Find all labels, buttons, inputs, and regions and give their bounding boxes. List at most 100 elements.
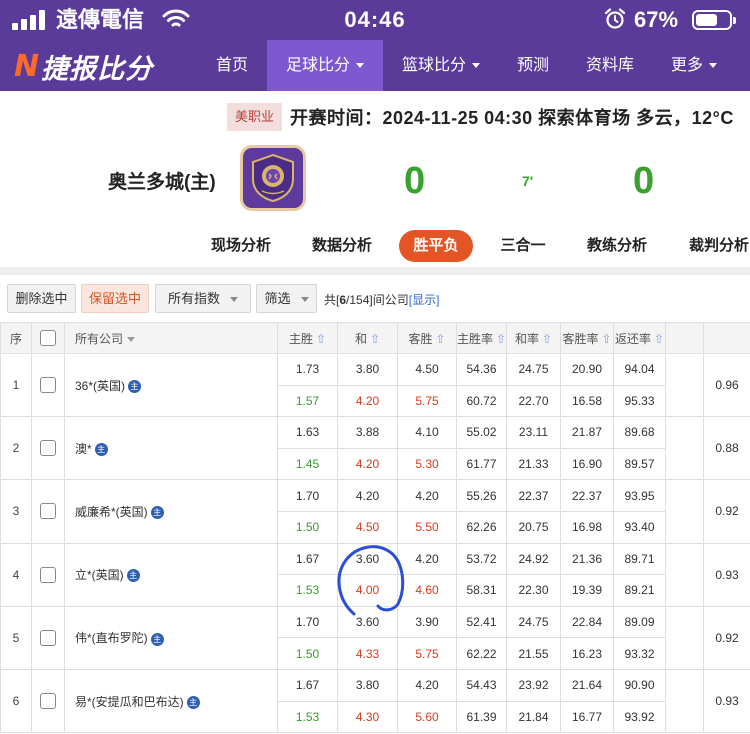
live-away-odds: 4.60 (397, 574, 457, 607)
live-draw-odds: 4.00 (337, 574, 398, 607)
row-checkbox[interactable] (40, 566, 56, 583)
kelly-value: 0.92 (703, 605, 750, 670)
row-spacer (665, 479, 704, 544)
nav-item-more[interactable]: 更多 (654, 40, 734, 91)
row-checkbox[interactable] (40, 440, 56, 457)
company-name: 威廉希*(英国) (75, 504, 148, 519)
live-away-rate: 16.90 (560, 447, 614, 481)
main-odds-badge-icon: 主 (186, 695, 200, 709)
live-draw-odds: 4.33 (337, 637, 398, 670)
kelly-value: 0.93 (703, 668, 750, 734)
header-draw[interactable]: 和 ⇧ (337, 322, 398, 354)
row-checkbox[interactable] (40, 377, 56, 394)
row-select-cell[interactable] (31, 479, 65, 544)
header-select-all[interactable] (31, 322, 65, 354)
header-draw-rate[interactable]: 和率 ⇧ (506, 322, 561, 354)
live-home-odds: 1.45 (277, 447, 338, 481)
live-away-rate: 16.98 (560, 510, 614, 544)
live-home-odds: 1.53 (277, 574, 338, 607)
open-home-rate: 55.26 (456, 479, 507, 512)
match-meta: 美职业 开赛时间：2024-11-25 04:30 探索体育场 多云，12°C (227, 103, 734, 131)
live-return-rate: 93.92 (613, 700, 666, 734)
company-cell[interactable]: 立*(英国) 主 (64, 542, 278, 607)
home-score: 0 (404, 160, 426, 202)
sort-arrow-icon: ⇧ (315, 331, 327, 346)
live-draw-odds: 4.50 (337, 510, 398, 544)
header-label: 客胜 (408, 331, 433, 346)
chevron-down-icon (127, 336, 136, 342)
league-tag[interactable]: 美职业 (227, 103, 283, 131)
live-draw-rate: 21.33 (506, 447, 561, 481)
nav-item-basketball-scores[interactable]: 篮球比分 (386, 40, 496, 91)
row-select-cell[interactable] (31, 542, 65, 607)
analysis-tabs: 现场分析 数据分析 胜平负 三合一 教练分析 裁判分析 (0, 227, 750, 267)
select-all-checkbox[interactable] (40, 330, 56, 346)
live-away-odds: 5.60 (397, 700, 457, 734)
company-cell[interactable]: 易*(安提瓜和巴布达) 主 (64, 668, 278, 734)
company-cell[interactable]: 威廉希*(英国) 主 (64, 479, 278, 544)
row-select-cell[interactable] (31, 605, 65, 670)
tab-1x2-odds[interactable]: 胜平负 (399, 230, 473, 262)
open-draw-odds: 4.20 (337, 479, 398, 512)
nav-item-predictions[interactable]: 预测 (500, 40, 566, 91)
nav-item-football-scores[interactable]: 足球比分 (267, 40, 383, 91)
open-away-odds: 4.20 (397, 479, 457, 512)
live-draw-rate: 21.84 (506, 700, 561, 734)
logo-mark: N (14, 48, 40, 84)
nav-item-database[interactable]: 资料库 (570, 40, 650, 91)
nav-item-label: 篮球比分 (401, 57, 466, 74)
company-cell[interactable]: 36*(英国) 主 (64, 352, 278, 418)
row-select-cell[interactable] (31, 416, 65, 481)
section-divider (0, 267, 750, 275)
chevron-down-icon (356, 63, 364, 69)
live-home-rate: 61.39 (456, 700, 507, 734)
live-away-odds: 5.75 (397, 384, 457, 418)
open-return-rate: 94.04 (613, 353, 666, 386)
nav-item-home[interactable]: 首页 (198, 40, 266, 91)
header-away-rate[interactable]: 客胜率 ⇧ (560, 322, 614, 354)
show-link[interactable]: [显示] (409, 293, 440, 307)
live-away-rate: 19.39 (560, 574, 614, 607)
company-cell[interactable]: 澳* 主 (64, 416, 278, 481)
live-return-rate: 89.21 (613, 574, 666, 607)
company-cell[interactable]: 伟*(直布罗陀) 主 (64, 605, 278, 670)
header-index: 序 (0, 322, 32, 354)
home-team-name[interactable]: 奥兰多城(主) (108, 167, 216, 194)
keep-selected-button[interactable]: 保留选中 (81, 284, 149, 313)
filter-select[interactable]: 筛选 (256, 284, 317, 313)
header-home-win[interactable]: 主胜 ⇧ (277, 322, 338, 354)
header-away-win[interactable]: 客胜 ⇧ (397, 322, 457, 354)
delete-selected-button[interactable]: 删除选中 (7, 284, 76, 313)
tab-coach-analysis[interactable]: 教练分析 (578, 230, 656, 262)
tab-data-analysis[interactable]: 数据分析 (303, 230, 381, 262)
open-draw-odds: 3.60 (337, 542, 398, 576)
tab-referee-analysis[interactable]: 裁判分析 (680, 230, 750, 262)
row-select-cell[interactable] (31, 352, 65, 418)
filter-label: 筛选 (264, 291, 291, 306)
row-select-cell[interactable] (31, 668, 65, 734)
company-name: 伟*(直布罗陀) (75, 631, 148, 646)
nav-item-label: 资料库 (585, 57, 634, 74)
all-index-select[interactable]: 所有指数 (155, 284, 251, 313)
open-draw-odds: 3.60 (337, 605, 398, 639)
company-name: 立*(英国) (75, 568, 124, 583)
chevron-down-icon (300, 297, 309, 303)
row-checkbox[interactable] (40, 503, 56, 520)
tab-three-in-one[interactable]: 三合一 (492, 230, 554, 262)
header-home-rate[interactable]: 主胜率 ⇧ (456, 322, 507, 354)
header-return-rate[interactable]: 返还率 ⇧ (613, 322, 666, 354)
live-return-rate: 93.32 (613, 637, 666, 670)
open-away-odds: 4.50 (397, 353, 457, 386)
row-checkbox[interactable] (40, 629, 56, 646)
live-draw-odds: 4.30 (337, 700, 398, 734)
tab-live-analysis[interactable]: 现场分析 (202, 230, 280, 262)
header-company[interactable]: 所有公司 (64, 322, 278, 354)
battery-icon (692, 10, 736, 30)
row-checkbox[interactable] (40, 693, 56, 710)
top-nav: N 捷报比分 首页 足球比分 篮球比分 预测 资料库 更多 (0, 40, 750, 91)
open-home-rate: 53.72 (456, 542, 507, 576)
site-logo[interactable]: N 捷报比分 (14, 48, 153, 84)
home-team-logo[interactable] (240, 145, 306, 211)
kelly-value: 0.96 (703, 352, 750, 418)
live-home-odds: 1.50 (277, 637, 338, 670)
